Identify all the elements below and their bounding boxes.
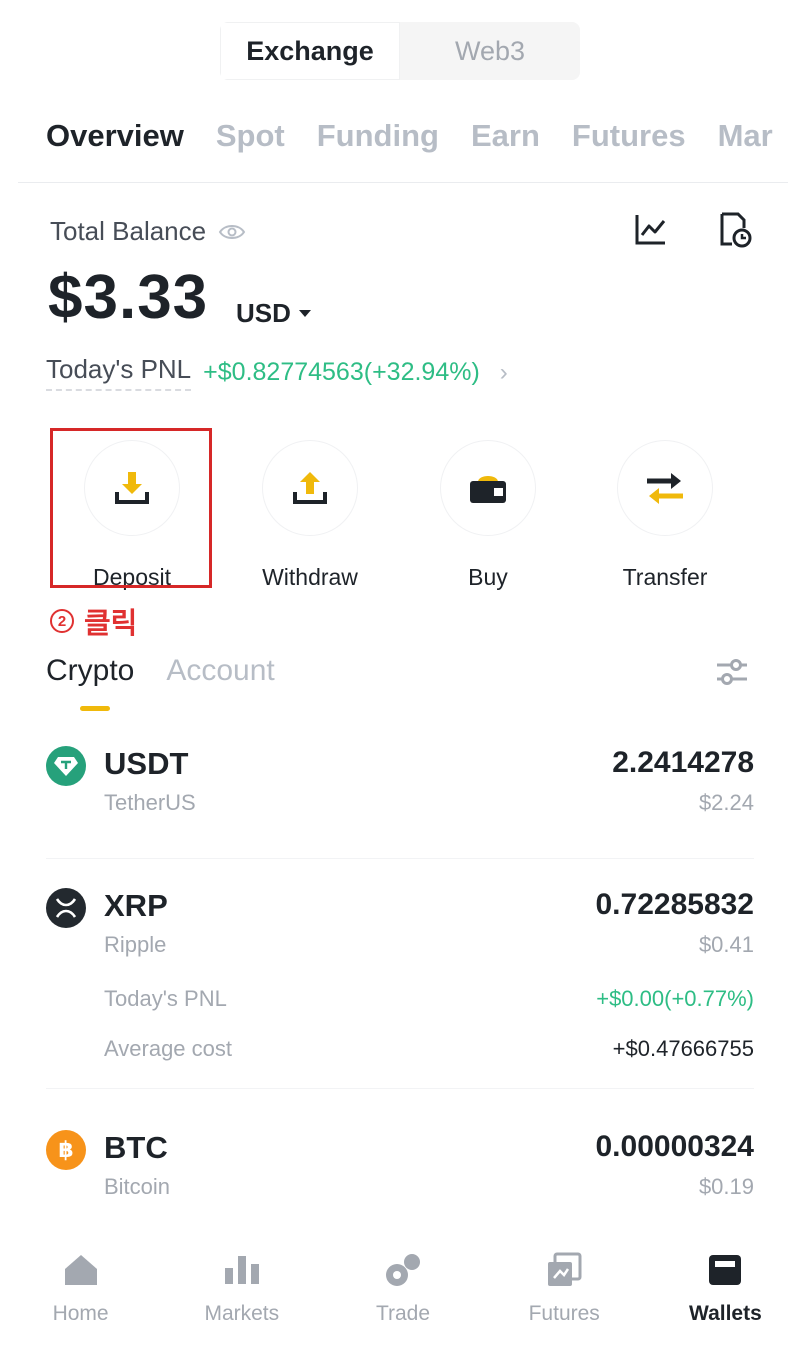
- usdt-icon: [46, 746, 86, 786]
- tab-futures[interactable]: Futures: [572, 118, 686, 168]
- asset-amount: 0.72285832: [595, 888, 755, 921]
- asset-symbol: USDT: [104, 746, 189, 781]
- buy-label: Buy: [468, 564, 508, 590]
- withdraw-icon: [293, 472, 327, 504]
- asset-pnl-label: Today's PNL: [104, 986, 227, 1011]
- transfer-button[interactable]: Transfer: [595, 440, 735, 591]
- segment-web3[interactable]: Web3: [400, 22, 580, 80]
- buy-button-circle: [440, 440, 536, 536]
- tab-crypto[interactable]: Crypto: [46, 654, 134, 688]
- eye-icon[interactable]: [218, 223, 246, 241]
- markets-icon: [222, 1250, 262, 1290]
- chevron-right-icon: ›: [499, 358, 508, 386]
- total-balance-label: Total Balance: [50, 216, 246, 247]
- asset-row-xrp[interactable]: XRP Ripple 0.72285832 $0.41 Today's PNL …: [46, 888, 754, 1068]
- click-annotation-text: 클릭: [84, 608, 138, 640]
- todays-pnl-label: Today's PNL: [46, 354, 192, 391]
- asset-row-usdt[interactable]: USDT TetherUS 2.2414278 $2.24: [46, 746, 754, 826]
- futures-icon: [544, 1250, 584, 1290]
- tab-spot[interactable]: Spot: [216, 118, 285, 168]
- bottom-navigation: Home Markets Trade Futures Wallets: [0, 1236, 806, 1350]
- asset-amount: 2.2414278: [612, 746, 754, 779]
- order-history-icon[interactable]: [718, 212, 752, 248]
- row-divider: [46, 858, 754, 859]
- transfer-label: Transfer: [622, 564, 708, 590]
- bitcoin-b-icon: ฿: [58, 1137, 74, 1162]
- asset-name: Ripple: [104, 932, 167, 957]
- transfer-icon: [647, 473, 683, 504]
- wallet-tabs: Overview Spot Funding Earn Futures Mar: [46, 118, 806, 168]
- total-balance-amount: $3.33: [48, 263, 209, 332]
- xrp-icon: [46, 888, 86, 928]
- trade-icon: [383, 1250, 423, 1290]
- asset-amount: 0.00000324: [595, 1130, 755, 1163]
- tab-funding[interactable]: Funding: [317, 118, 439, 168]
- nav-futures[interactable]: Futures: [484, 1236, 645, 1350]
- exchange-web3-switch: Exchange Web3: [220, 22, 580, 80]
- home-icon: [61, 1250, 101, 1290]
- withdraw-button[interactable]: Withdraw: [240, 440, 380, 591]
- nav-home-label: Home: [52, 1302, 109, 1325]
- step-number-badge: 2: [50, 609, 74, 633]
- tab-account[interactable]: Account: [166, 654, 274, 688]
- tab-overview[interactable]: Overview: [46, 118, 184, 168]
- asset-symbol: XRP: [104, 888, 168, 923]
- buy-button[interactable]: Buy: [418, 440, 558, 591]
- tab-earn[interactable]: Earn: [471, 118, 540, 168]
- nav-futures-label: Futures: [528, 1302, 600, 1325]
- wallets-icon: [705, 1250, 745, 1290]
- asset-usd-value: $0.19: [698, 1174, 754, 1199]
- asset-name: Bitcoin: [104, 1174, 171, 1199]
- withdraw-button-circle: [262, 440, 358, 536]
- todays-pnl-value: +$0.82774563(+32.94%): [203, 358, 480, 386]
- usdt-diamond-icon: [54, 757, 78, 776]
- asset-row-btc[interactable]: ฿ BTC Bitcoin 0.00000324 $0.19: [46, 1130, 754, 1210]
- currency-label: USD: [236, 298, 291, 328]
- nav-markets-label: Markets: [204, 1302, 280, 1325]
- withdraw-label: Withdraw: [262, 564, 358, 590]
- btc-icon: ฿: [46, 1130, 86, 1170]
- tab-margin[interactable]: Mar: [718, 118, 773, 168]
- click-annotation: 2 클릭: [50, 600, 137, 642]
- nav-wallets-label: Wallets: [689, 1302, 762, 1325]
- nav-trade-label: Trade: [375, 1302, 431, 1325]
- asset-pnl-value: +$0.00(+0.77%): [596, 986, 754, 1011]
- xrp-x-icon: [55, 898, 77, 918]
- asset-tabs: Crypto Account: [46, 654, 275, 688]
- todays-pnl-row[interactable]: Today's PNL +$0.82774563(+32.94%) ›: [46, 354, 508, 391]
- tabs-divider: [18, 182, 788, 183]
- nav-trade[interactable]: Trade: [322, 1236, 483, 1350]
- nav-markets[interactable]: Markets: [161, 1236, 322, 1350]
- active-tab-indicator: [80, 706, 110, 711]
- total-balance-text: Total Balance: [50, 216, 207, 246]
- transfer-button-circle: [617, 440, 713, 536]
- asset-name: TetherUS: [104, 790, 196, 815]
- nav-home[interactable]: Home: [0, 1236, 161, 1350]
- asset-usd-value: $2.24: [698, 790, 754, 815]
- asset-average-cost-value: +$0.47666755: [612, 1036, 754, 1061]
- currency-select[interactable]: USD: [236, 298, 311, 329]
- asset-usd-value: $0.41: [698, 932, 754, 957]
- asset-average-cost-label: Average cost: [104, 1036, 233, 1061]
- chart-icon[interactable]: [634, 212, 668, 246]
- deposit-highlight-box: [50, 428, 212, 588]
- wallet-buy-icon: [470, 476, 506, 503]
- row-divider: [46, 1088, 754, 1089]
- filter-sliders-icon[interactable]: [714, 656, 750, 688]
- segment-exchange[interactable]: Exchange: [220, 22, 400, 80]
- caret-down-icon: [298, 310, 311, 317]
- nav-wallets[interactable]: Wallets: [645, 1236, 806, 1350]
- asset-symbol: BTC: [104, 1130, 168, 1165]
